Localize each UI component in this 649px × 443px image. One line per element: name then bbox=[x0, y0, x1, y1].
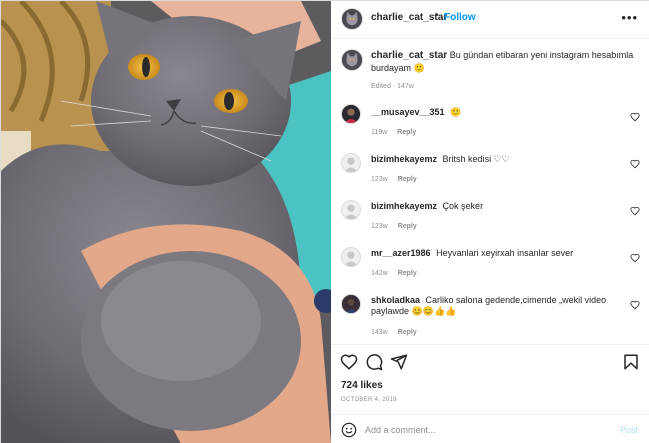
comment-username[interactable]: __musayev__351 bbox=[371, 107, 445, 117]
comment-icon[interactable] bbox=[365, 353, 383, 371]
comment-text: Çok şeker bbox=[442, 201, 484, 211]
photo-avatar-icon bbox=[342, 295, 360, 313]
comment-composer: Post bbox=[331, 414, 649, 443]
reply-button[interactable]: Reply bbox=[398, 270, 417, 277]
separator-dot: • bbox=[435, 10, 439, 21]
comment-item: bizimhekayemz Çok şeker 123w Reply bbox=[331, 195, 649, 241]
reply-button[interactable]: Reply bbox=[398, 223, 417, 230]
post-details-panel: charlie_cat_star • Follow ••• charlie_ca… bbox=[331, 1, 649, 443]
post-actions: 724 likes OCTOBER 4, 2019 bbox=[331, 344, 649, 414]
cat-photo-illustration bbox=[1, 1, 331, 443]
caption-edited-time: Edited · 147w bbox=[371, 83, 414, 90]
comment-time[interactable]: 142w bbox=[371, 270, 388, 277]
follow-button[interactable]: Follow bbox=[444, 12, 476, 23]
comment-body: shkoladkaa Carliko salona gedende,cimend… bbox=[371, 295, 621, 317]
comment-item: mr__azer1986 Heyvanlari xeyirxah insanla… bbox=[331, 242, 649, 288]
comment-meta: 142w Reply bbox=[371, 270, 417, 277]
post-date[interactable]: OCTOBER 4, 2019 bbox=[341, 397, 397, 403]
caption-author-avatar[interactable] bbox=[341, 49, 363, 71]
reply-button[interactable]: Reply bbox=[398, 176, 417, 183]
commenter-avatar[interactable] bbox=[341, 294, 361, 314]
post-photo[interactable] bbox=[1, 1, 331, 443]
comment-text: 🙂 bbox=[450, 107, 462, 117]
commenter-avatar[interactable] bbox=[341, 200, 361, 220]
caption-text: charlie_cat_star Bu gündan etibaran yeni… bbox=[371, 49, 641, 74]
comment-item: __musayev__351 🙂 119w Reply bbox=[331, 101, 649, 147]
comment-body: __musayev__351 🙂 bbox=[371, 107, 621, 118]
heart-icon[interactable] bbox=[340, 353, 358, 371]
caption-username[interactable]: charlie_cat_star bbox=[371, 50, 447, 61]
reply-button[interactable]: Reply bbox=[398, 329, 417, 336]
dark-avatar-icon bbox=[342, 105, 360, 123]
comment-text: Britsh kedisi ♡♡ bbox=[442, 154, 510, 164]
instagram-post-modal: charlie_cat_star • Follow ••• charlie_ca… bbox=[0, 0, 649, 443]
post-comment-button[interactable]: Post bbox=[620, 425, 638, 435]
comment-username[interactable]: mr__azer1986 bbox=[371, 248, 431, 258]
comment-like-heart-icon[interactable] bbox=[630, 300, 640, 310]
post-caption: charlie_cat_star Bu gündan etibaran yeni… bbox=[331, 39, 649, 95]
comment-time[interactable]: 119w bbox=[371, 129, 387, 136]
comment-item: bizimhekayemz Britsh kedisi ♡♡ 123w Repl… bbox=[331, 148, 649, 194]
like-count[interactable]: 724 likes bbox=[341, 380, 383, 391]
comment-meta: 123w Reply bbox=[371, 223, 417, 230]
comment-username[interactable]: bizimhekayemz bbox=[371, 201, 437, 211]
comment-text: Heyvanlari xeyirxah insanlar sever bbox=[436, 248, 574, 258]
commenter-avatar[interactable] bbox=[341, 153, 361, 173]
commenter-avatar[interactable] bbox=[341, 104, 361, 124]
comment-like-heart-icon[interactable] bbox=[630, 159, 640, 169]
comment-time[interactable]: 123w bbox=[371, 176, 388, 183]
reply-button[interactable]: Reply bbox=[397, 129, 416, 136]
comment-meta: 123w Reply bbox=[371, 176, 417, 183]
default-avatar-icon bbox=[343, 204, 359, 219]
comment-like-heart-icon[interactable] bbox=[630, 206, 640, 216]
cat-avatar-icon bbox=[342, 9, 362, 29]
comment-input[interactable] bbox=[365, 422, 605, 438]
post-header: charlie_cat_star • Follow ••• bbox=[331, 1, 649, 39]
comment-like-heart-icon[interactable] bbox=[630, 253, 640, 263]
default-avatar-icon bbox=[343, 251, 359, 266]
cat-avatar-icon bbox=[342, 50, 362, 70]
author-avatar[interactable] bbox=[341, 8, 363, 30]
default-avatar-icon bbox=[343, 157, 359, 172]
commenter-avatar[interactable] bbox=[341, 247, 361, 267]
more-options-icon[interactable]: ••• bbox=[621, 10, 638, 25]
comment-body: mr__azer1986 Heyvanlari xeyirxah insanla… bbox=[371, 248, 621, 259]
comment-meta: 143w Reply bbox=[371, 329, 417, 336]
comment-time[interactable]: 143w bbox=[371, 329, 388, 336]
comment-item: shkoladkaa Carliko salona gedende,cimend… bbox=[331, 289, 649, 343]
comment-like-heart-icon[interactable] bbox=[630, 112, 640, 122]
share-icon[interactable] bbox=[390, 353, 408, 371]
bookmark-icon[interactable] bbox=[622, 353, 640, 371]
emoji-icon[interactable] bbox=[341, 422, 357, 438]
comment-body: bizimhekayemz Britsh kedisi ♡♡ bbox=[371, 154, 621, 165]
comment-body: bizimhekayemz Çok şeker bbox=[371, 201, 621, 212]
comment-meta: 119w Reply bbox=[371, 129, 416, 136]
comment-username[interactable]: shkoladkaa bbox=[371, 295, 420, 305]
comment-username[interactable]: bizimhekayemz bbox=[371, 154, 437, 164]
comment-time[interactable]: 123w bbox=[371, 223, 388, 230]
